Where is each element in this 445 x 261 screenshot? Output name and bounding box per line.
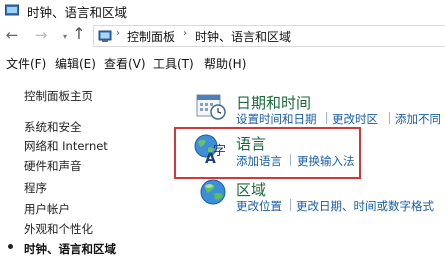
sidebar-item-network-internet[interactable]: 网络和 Internet [24,138,108,154]
link-divider [389,112,390,124]
menu-file[interactable]: 文件(F) [6,55,46,72]
sidebar-item-appearance[interactable]: 外观和个性化 [24,221,93,237]
forward-arrow-icon[interactable]: → [33,26,49,44]
sidebar-item-user-accounts[interactable]: 用户帐户 [24,201,70,217]
menu-view[interactable]: 查看(V) [104,55,146,72]
link-set-time-date[interactable]: 设置时间和日期 [236,111,317,127]
menu-help[interactable]: 帮助(H) [204,55,246,72]
back-arrow-icon[interactable]: ← [4,26,20,44]
link-change-location[interactable]: 更改位置 [236,198,282,214]
category-title-region[interactable]: 区域 [236,179,266,200]
link-change-timezone[interactable]: 更改时区 [332,111,378,127]
menu-edit[interactable]: 编辑(E) [55,55,96,72]
title-bar: 时钟、语言和区域 [0,0,445,22]
control-panel-icon [98,30,112,42]
sidebar-item-programs[interactable]: 程序 [24,180,47,196]
svg-text:字: 字 [213,144,226,159]
sidebar-item-clock-language-region: 时钟、语言和区域 [24,242,116,256]
link-change-date-time-number-formats[interactable]: 更改日期、时间或数字格式 [296,198,434,214]
link-change-input-method[interactable]: 更换输入法 [297,153,355,169]
sidebar-item-home[interactable]: 控制面板主页 [24,88,93,104]
link-divider [290,154,291,166]
link-divider [326,112,327,124]
navigation-bar: ← → ▾ ↑ › 控制面板 › 时钟、语言和区域 [0,22,445,50]
up-arrow-icon[interactable]: ↑ [71,25,87,43]
breadcrumb-control-panel[interactable]: 控制面板 [127,28,175,45]
language-globe-icon[interactable]: A 字 [192,133,226,165]
breadcrumb-separator-icon[interactable]: › [116,28,120,39]
link-add-clocks[interactable]: 添加不同 [395,111,441,127]
window-title: 时钟、语言和区域 [27,5,128,20]
menu-tools[interactable]: 工具(T) [153,55,194,72]
sidebar-item-system-security[interactable]: 系统和安全 [24,119,82,135]
category-title-language[interactable]: 语言 [236,133,266,154]
category-title-date-time[interactable]: 日期和时间 [236,92,311,113]
region-globe-icon[interactable] [198,177,228,207]
breadcrumb-clock-language-region[interactable]: 时钟、语言和区域 [195,28,291,45]
current-page-bullet-icon [8,244,13,249]
control-panel-icon [5,4,19,16]
address-bar[interactable]: › 控制面板 › 时钟、语言和区域 [93,25,445,47]
link-add-language[interactable]: 添加语言 [236,153,282,169]
sidebar-item-hardware-sound[interactable]: 硬件和声音 [24,158,82,174]
calendar-clock-icon[interactable] [196,92,226,120]
breadcrumb-separator-icon[interactable]: › [183,28,187,39]
link-divider [290,199,291,211]
menu-bar: 文件(F) 编辑(E) 查看(V) 工具(T) 帮助(H) [0,52,445,74]
